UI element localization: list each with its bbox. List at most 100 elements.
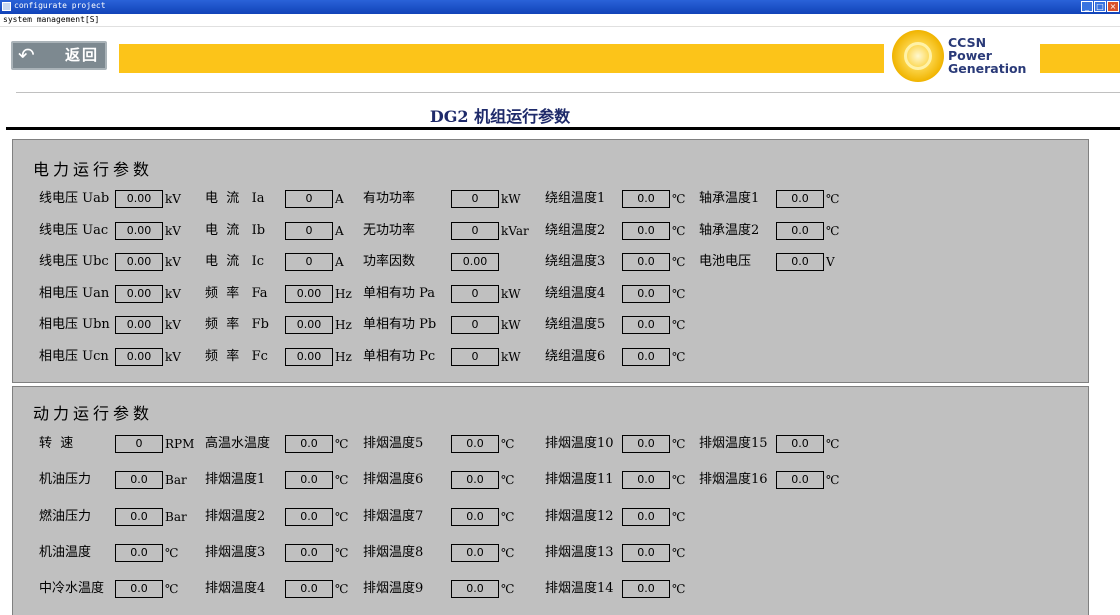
- param-unit: ℃: [672, 545, 686, 560]
- param-label: 绕组温度6: [545, 348, 606, 364]
- param-label: 线电压 Uab: [39, 191, 110, 206]
- param-unit: kW: [501, 192, 521, 206]
- param-unit: ℃: [501, 509, 515, 524]
- param-unit: ℃: [335, 545, 349, 560]
- param-unit: ℃: [672, 582, 686, 597]
- param-value-field: 0: [115, 435, 163, 453]
- param-unit: ℃: [672, 349, 686, 364]
- param-label: 轴承温度2: [699, 222, 760, 238]
- param-unit: ℃: [826, 473, 840, 488]
- window-titlebar: configurate project _ □ ×: [0, 0, 1120, 14]
- param-label: 排烟温度11: [545, 472, 614, 488]
- param-label: 排烟温度15: [699, 436, 768, 451]
- param-label: 有功功率: [363, 191, 416, 206]
- param-value-field: 0: [285, 253, 333, 271]
- param-unit: Bar: [165, 509, 187, 524]
- param-unit: kV: [165, 223, 181, 238]
- param-value-field: 0.00: [115, 190, 163, 208]
- param-unit: ℃: [335, 582, 349, 597]
- param-value-field: 0.0: [622, 435, 670, 453]
- param-value-field: 0: [451, 316, 499, 334]
- back-button-label: 返回: [65, 46, 100, 64]
- param-label: 中冷水温度: [39, 581, 105, 597]
- electrical-params-panel: 电力运行参数 线电压 Uab 0.00 kV 线电压 Uac 0.00 kV 线电压 Ubc…: [12, 139, 1089, 383]
- minimize-button[interactable]: _: [1081, 1, 1093, 12]
- param-unit: kW: [501, 349, 521, 364]
- param-label: 相电压 Ucn: [39, 348, 109, 364]
- param-unit: ℃: [672, 223, 686, 238]
- logo-sun-icon: [892, 30, 944, 82]
- param-value-field: 0.0: [622, 221, 670, 240]
- param-label: 相电压 Ubn: [39, 317, 110, 332]
- param-unit: Bar: [165, 473, 187, 488]
- logo-text: CCSN Power Generation: [948, 35, 1027, 76]
- param-value-field: 0.00: [285, 284, 333, 303]
- page-title: DG2 机组运行参数: [429, 107, 571, 126]
- param-label: 排烟温度14: [545, 581, 614, 597]
- param-unit: ℃: [165, 545, 179, 560]
- param-unit: ℃: [672, 286, 686, 301]
- param-value-field: 0.0: [622, 543, 670, 562]
- param-value-field: 0.0: [451, 507, 499, 526]
- param-unit: A: [335, 255, 344, 269]
- header-banner-left: [119, 44, 884, 73]
- param-value-field: 0.0: [285, 580, 333, 599]
- header-banner-right: [1040, 44, 1120, 73]
- param-value-field: 0.0: [622, 316, 670, 334]
- param-value-field: 0: [451, 284, 499, 303]
- param-value-field: 0.00: [115, 253, 163, 271]
- param-label: 绕组温度3: [545, 254, 606, 269]
- param-value-field: 0: [451, 221, 499, 240]
- param-value-field: 0.00: [285, 316, 333, 334]
- param-value-field: 0: [451, 347, 499, 366]
- param-label: 排烟温度13: [545, 544, 614, 560]
- param-label: 机油温度: [39, 544, 92, 560]
- menu-item-system-management[interactable]: system management[S]: [3, 15, 99, 24]
- divider-bold: [6, 127, 1120, 130]
- param-unit: ℃: [335, 437, 349, 451]
- param-value-field: 0.0: [776, 190, 824, 208]
- param-unit: ℃: [672, 509, 686, 524]
- param-unit: Hz: [335, 349, 352, 364]
- param-label: 排烟温度10: [545, 436, 614, 451]
- param-unit: ℃: [826, 223, 840, 238]
- param-unit: ℃: [672, 192, 686, 206]
- param-value-field: 0.0: [776, 471, 824, 490]
- param-label: 绕组温度5: [545, 317, 606, 332]
- param-value-field: 0.0: [776, 253, 824, 271]
- section-title: 动力运行参数: [33, 404, 154, 423]
- param-label: 绕组温度2: [545, 222, 606, 238]
- param-label: 电池电压: [699, 254, 752, 269]
- param-label: 线电压 Uac: [39, 222, 109, 238]
- param-label: 相电压 Uan: [39, 285, 110, 301]
- close-button[interactable]: ×: [1107, 1, 1119, 12]
- param-label: 排烟温度3: [205, 544, 266, 560]
- param-value-field: 0.0: [451, 580, 499, 599]
- window-title: configurate project: [14, 1, 106, 10]
- maximize-button[interactable]: □: [1094, 1, 1106, 12]
- param-unit: ℃: [165, 582, 179, 597]
- param-label: 频 率 Fc: [205, 348, 268, 364]
- param-unit: ℃: [501, 545, 515, 560]
- param-unit: ℃: [501, 582, 515, 597]
- param-unit: ℃: [501, 473, 515, 488]
- param-value-field: 0.0: [622, 190, 670, 208]
- param-label: 机油压力: [39, 472, 92, 488]
- power-params-panel: 动力运行参数 转 速 0 RPM 机油压力 0.0 Bar 燃油压力 0.0 Bar 机油温度 0.…: [12, 386, 1089, 615]
- param-label: 排烟温度16: [699, 472, 768, 488]
- param-unit: A: [335, 223, 344, 238]
- param-label: 轴承温度1: [699, 191, 760, 206]
- param-unit: kV: [165, 192, 181, 206]
- param-label: 电 流 Ia: [205, 191, 265, 206]
- back-button[interactable]: ↶ 返回: [11, 41, 107, 70]
- param-unit: ℃: [672, 318, 686, 332]
- param-value-field: 0.0: [115, 507, 163, 526]
- param-label: 排烟温度6: [363, 472, 424, 488]
- param-label: 排烟温度12: [545, 508, 614, 524]
- param-label: 线电压 Ubc: [39, 254, 109, 269]
- param-value-field: 0.0: [451, 435, 499, 453]
- divider: [16, 92, 1120, 93]
- param-value-field: 0.0: [115, 580, 163, 599]
- param-value-field: 0.0: [776, 435, 824, 453]
- param-value-field: 0.0: [285, 471, 333, 490]
